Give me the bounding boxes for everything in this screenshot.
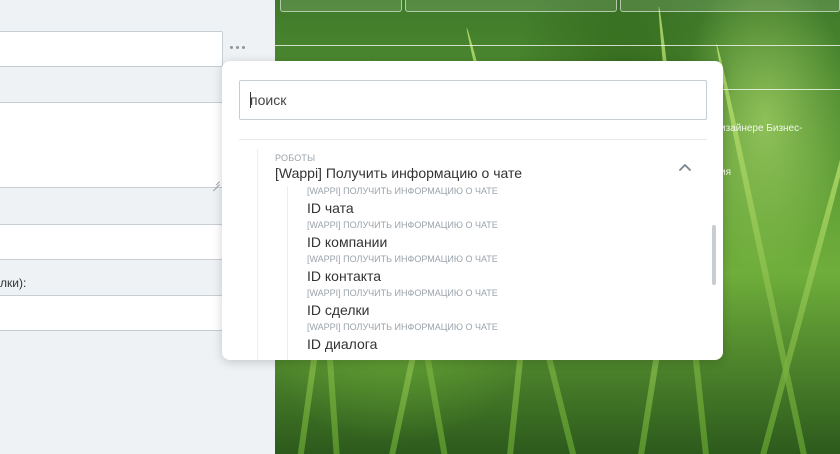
item-category: [WAPPI] ПОЛУЧИТЬ ИНФОРМАЦИЮ О ЧАТЕ [307,254,498,264]
more-options-icon[interactable] [230,43,248,51]
tree-line [287,186,288,360]
photo-tab-3 [620,0,840,12]
photo-divider [275,45,840,46]
text-field-3[interactable] [0,295,223,331]
list-item[interactable]: [WAPPI] ПОЛУЧИТЬ ИНФОРМАЦИЮ О ЧАТЕ ID ко… [307,220,687,254]
field-label: лки): [0,276,27,290]
search-input[interactable] [239,80,707,120]
item-category: [WAPPI] ПОЛУЧИТЬ ИНФОРМАЦИЮ О ЧАТЕ [307,220,498,230]
item-label: ID диалога [307,336,378,352]
item-label: ID компании [307,234,388,250]
background-text: изайнере Бизнес- [720,123,803,134]
text-field-2[interactable] [0,224,223,260]
text-field-1[interactable] [0,31,223,67]
group-category: РОБОТЫ [275,153,316,163]
photo-tab-1 [280,0,402,12]
list-item[interactable]: [WAPPI] ПОЛУЧИТЬ ИНФОРМАЦИЮ О ЧАТЕ ID ко… [307,254,687,288]
scrollbar[interactable] [712,225,716,285]
item-label: ID сделки [307,302,370,318]
list-item[interactable]: [WAPPI] ПОЛУЧИТЬ ИНФОРМАЦИЮ О ЧАТЕ ID сд… [307,288,687,322]
photo-tab-2 [405,0,617,12]
tree-line [257,149,258,360]
variable-picker-popup: РОБОТЫ [Wappi] Получить информацию о чат… [222,61,723,360]
item-label: ID чата [307,200,354,216]
resize-handle-icon[interactable] [212,177,220,185]
item-label: ID контакта [307,268,382,284]
list-item[interactable]: [WAPPI] ПОЛУЧИТЬ ИНФОРМАЦИЮ О ЧАТЕ ID ди… [307,322,687,356]
textarea-field[interactable] [0,102,223,188]
chevron-up-icon[interactable] [678,160,692,174]
item-category: [WAPPI] ПОЛУЧИТЬ ИНФОРМАЦИЮ О ЧАТЕ [307,288,498,298]
text-cursor [250,92,251,108]
item-category: [WAPPI] ПОЛУЧИТЬ ИНФОРМАЦИЮ О ЧАТЕ [307,322,498,332]
item-category: [WAPPI] ПОЛУЧИТЬ ИНФОРМАЦИЮ О ЧАТЕ [307,186,498,196]
group-title[interactable]: [Wappi] Получить информацию о чате [275,165,522,181]
popup-divider [239,139,707,140]
list-item[interactable]: [WAPPI] ПОЛУЧИТЬ ИНФОРМАЦИЮ О ЧАТЕ ID ча… [307,186,687,220]
